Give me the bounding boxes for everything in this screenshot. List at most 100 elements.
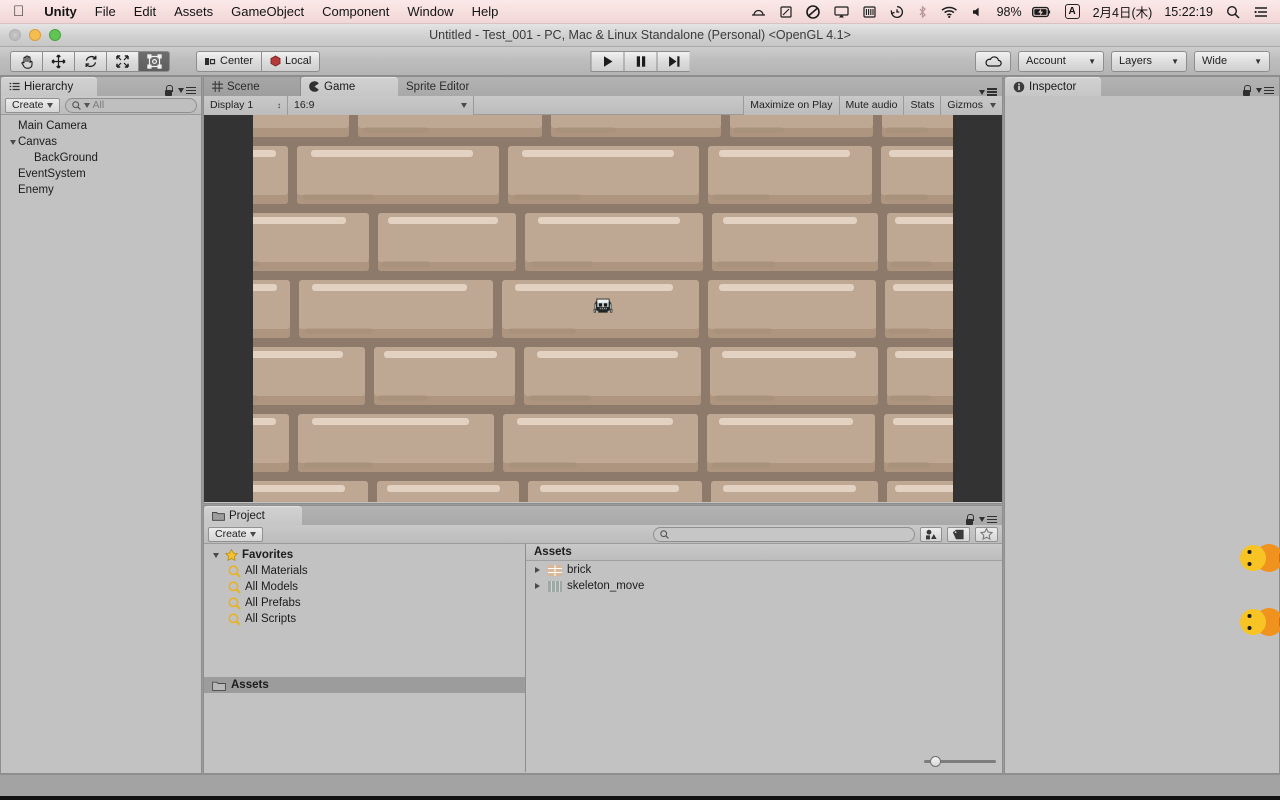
tab-sprite-editor-label: Sprite Editor xyxy=(406,80,470,93)
desktop-dock-edge xyxy=(0,796,1280,800)
lock-icon[interactable] xyxy=(1242,85,1251,96)
hand-tool[interactable] xyxy=(10,50,42,72)
hierarchy-item-enemy[interactable]: Enemy xyxy=(1,182,201,198)
favorites-group[interactable]: Favorites xyxy=(204,547,525,563)
notification-center-icon[interactable] xyxy=(1248,0,1274,24)
input-source-indicator[interactable]: A xyxy=(1059,0,1086,24)
project-create-button[interactable]: Create xyxy=(208,526,263,542)
hierarchy-item-label: EventSystem xyxy=(18,168,86,180)
scene-icon xyxy=(212,81,223,92)
search-icon[interactable] xyxy=(1220,0,1246,24)
game-render-surface[interactable] xyxy=(253,115,953,502)
display-rotate-icon[interactable] xyxy=(774,0,798,24)
asset-row-skeleton-move[interactable]: skeleton_move xyxy=(526,578,1002,594)
apple-logo-icon[interactable]:  xyxy=(0,1,35,23)
maximize-on-play-toggle[interactable]: Maximize on Play xyxy=(743,95,839,115)
layout-dropdown[interactable]: Wide ▼ xyxy=(1194,50,1270,72)
tab-scene[interactable]: Scene xyxy=(204,77,301,96)
favorite-all-materials[interactable]: All Materials xyxy=(204,563,525,579)
panel-menu-icon[interactable] xyxy=(178,86,196,95)
project-assets-column: Assets brick skeleton_move xyxy=(526,544,1002,772)
mute-audio-toggle[interactable]: Mute audio xyxy=(838,95,904,115)
time-machine-icon[interactable] xyxy=(884,0,910,24)
hierarchy-item-eventsystem[interactable]: EventSystem xyxy=(1,166,201,182)
menu-unity[interactable]: Unity xyxy=(35,0,86,24)
hierarchy-tab-tools xyxy=(164,85,201,96)
favorite-all-scripts[interactable]: All Scripts xyxy=(204,611,525,627)
favorite-button[interactable] xyxy=(975,526,998,542)
hierarchy-create-button[interactable]: Create xyxy=(5,97,60,113)
tab-project[interactable]: Project xyxy=(204,506,302,525)
pause-icon xyxy=(636,55,645,67)
layers-dropdown[interactable]: Layers ▼ xyxy=(1111,50,1187,72)
battery-meter-icon[interactable] xyxy=(857,0,882,24)
menu-gameobject[interactable]: GameObject xyxy=(222,0,313,24)
star-icon xyxy=(980,528,993,540)
slider-knob[interactable] xyxy=(930,755,941,767)
brick-texture-icon xyxy=(548,564,562,576)
project-tree-assets-row[interactable]: Assets xyxy=(204,677,525,693)
menu-file[interactable]: File xyxy=(86,0,125,24)
panel-menu-icon[interactable] xyxy=(979,515,997,524)
menu-edit[interactable]: Edit xyxy=(125,0,165,24)
tab-inspector[interactable]: Inspector xyxy=(1005,77,1101,96)
play-button[interactable] xyxy=(590,50,624,72)
battery-charging-icon[interactable] xyxy=(1026,0,1057,24)
airplay-icon[interactable] xyxy=(828,0,855,24)
skeleton-sprite[interactable] xyxy=(588,292,618,322)
display-dropdown[interactable]: Display 1 ↕ xyxy=(204,95,288,115)
move-tool[interactable] xyxy=(42,50,74,72)
stats-toggle[interactable]: Stats xyxy=(903,95,941,115)
hierarchy-item-background[interactable]: BackGround xyxy=(1,150,201,166)
chevron-right-icon[interactable] xyxy=(532,567,543,573)
step-icon xyxy=(668,55,679,67)
hierarchy-toolbar: Create All xyxy=(1,96,201,115)
gizmos-toggle[interactable]: Gizmos xyxy=(940,95,1002,115)
rotate-tool[interactable] xyxy=(74,50,106,72)
scanner-icon[interactable] xyxy=(745,0,772,24)
panel-menu-icon[interactable] xyxy=(979,88,997,96)
stepper-icon: ↕ xyxy=(277,100,281,110)
star-icon xyxy=(225,549,238,561)
favorite-all-models[interactable]: All Models xyxy=(204,579,525,595)
pivot-space-group: Center Local xyxy=(196,50,321,72)
hierarchy-item-main-camera[interactable]: Main Camera xyxy=(1,118,201,134)
pause-button[interactable] xyxy=(623,50,657,72)
project-search-input[interactable] xyxy=(652,526,915,542)
menu-assets[interactable]: Assets xyxy=(165,0,222,24)
chevron-down-icon[interactable] xyxy=(7,139,18,145)
aspect-dropdown[interactable]: 16:9 xyxy=(288,95,474,115)
hierarchy-search-input[interactable]: All xyxy=(64,97,197,113)
bluetooth-icon[interactable] xyxy=(912,0,933,24)
chevron-down-icon[interactable] xyxy=(210,552,221,558)
pivot-center-button[interactable]: Center xyxy=(196,50,262,72)
filter-by-type-button[interactable] xyxy=(920,526,942,542)
chevron-down-icon: ▼ xyxy=(1254,56,1262,66)
step-button[interactable] xyxy=(656,50,690,72)
chevron-right-icon[interactable] xyxy=(532,583,543,589)
lock-icon[interactable] xyxy=(164,85,173,96)
volume-icon[interactable] xyxy=(966,0,990,24)
menu-component[interactable]: Component xyxy=(313,0,398,24)
tab-sprite-editor[interactable]: Sprite Editor xyxy=(398,77,480,96)
collab-cloud-button[interactable] xyxy=(975,50,1011,72)
playback-controls xyxy=(590,50,690,72)
creative-cloud-icon[interactable] xyxy=(800,0,826,24)
handle-space-button[interactable]: Local xyxy=(261,50,321,72)
tab-game[interactable]: Game xyxy=(301,77,398,96)
rect-tool[interactable] xyxy=(138,50,170,72)
scale-tool[interactable] xyxy=(106,50,138,72)
account-dropdown[interactable]: Account ▼ xyxy=(1018,50,1104,72)
menu-window[interactable]: Window xyxy=(398,0,462,24)
lock-icon[interactable] xyxy=(965,514,974,525)
panel-menu-icon[interactable] xyxy=(1256,86,1274,95)
tab-hierarchy[interactable]: Hierarchy xyxy=(1,77,97,96)
hierarchy-tab-row: Hierarchy xyxy=(1,77,201,96)
favorite-all-prefabs[interactable]: All Prefabs xyxy=(204,595,525,611)
hierarchy-item-canvas[interactable]: Canvas xyxy=(1,134,201,150)
filter-by-label-button[interactable] xyxy=(947,526,970,542)
wifi-icon[interactable] xyxy=(935,0,964,24)
asset-row-brick[interactable]: brick xyxy=(526,562,1002,578)
icon-size-slider[interactable] xyxy=(924,754,996,768)
menu-help[interactable]: Help xyxy=(463,0,508,24)
